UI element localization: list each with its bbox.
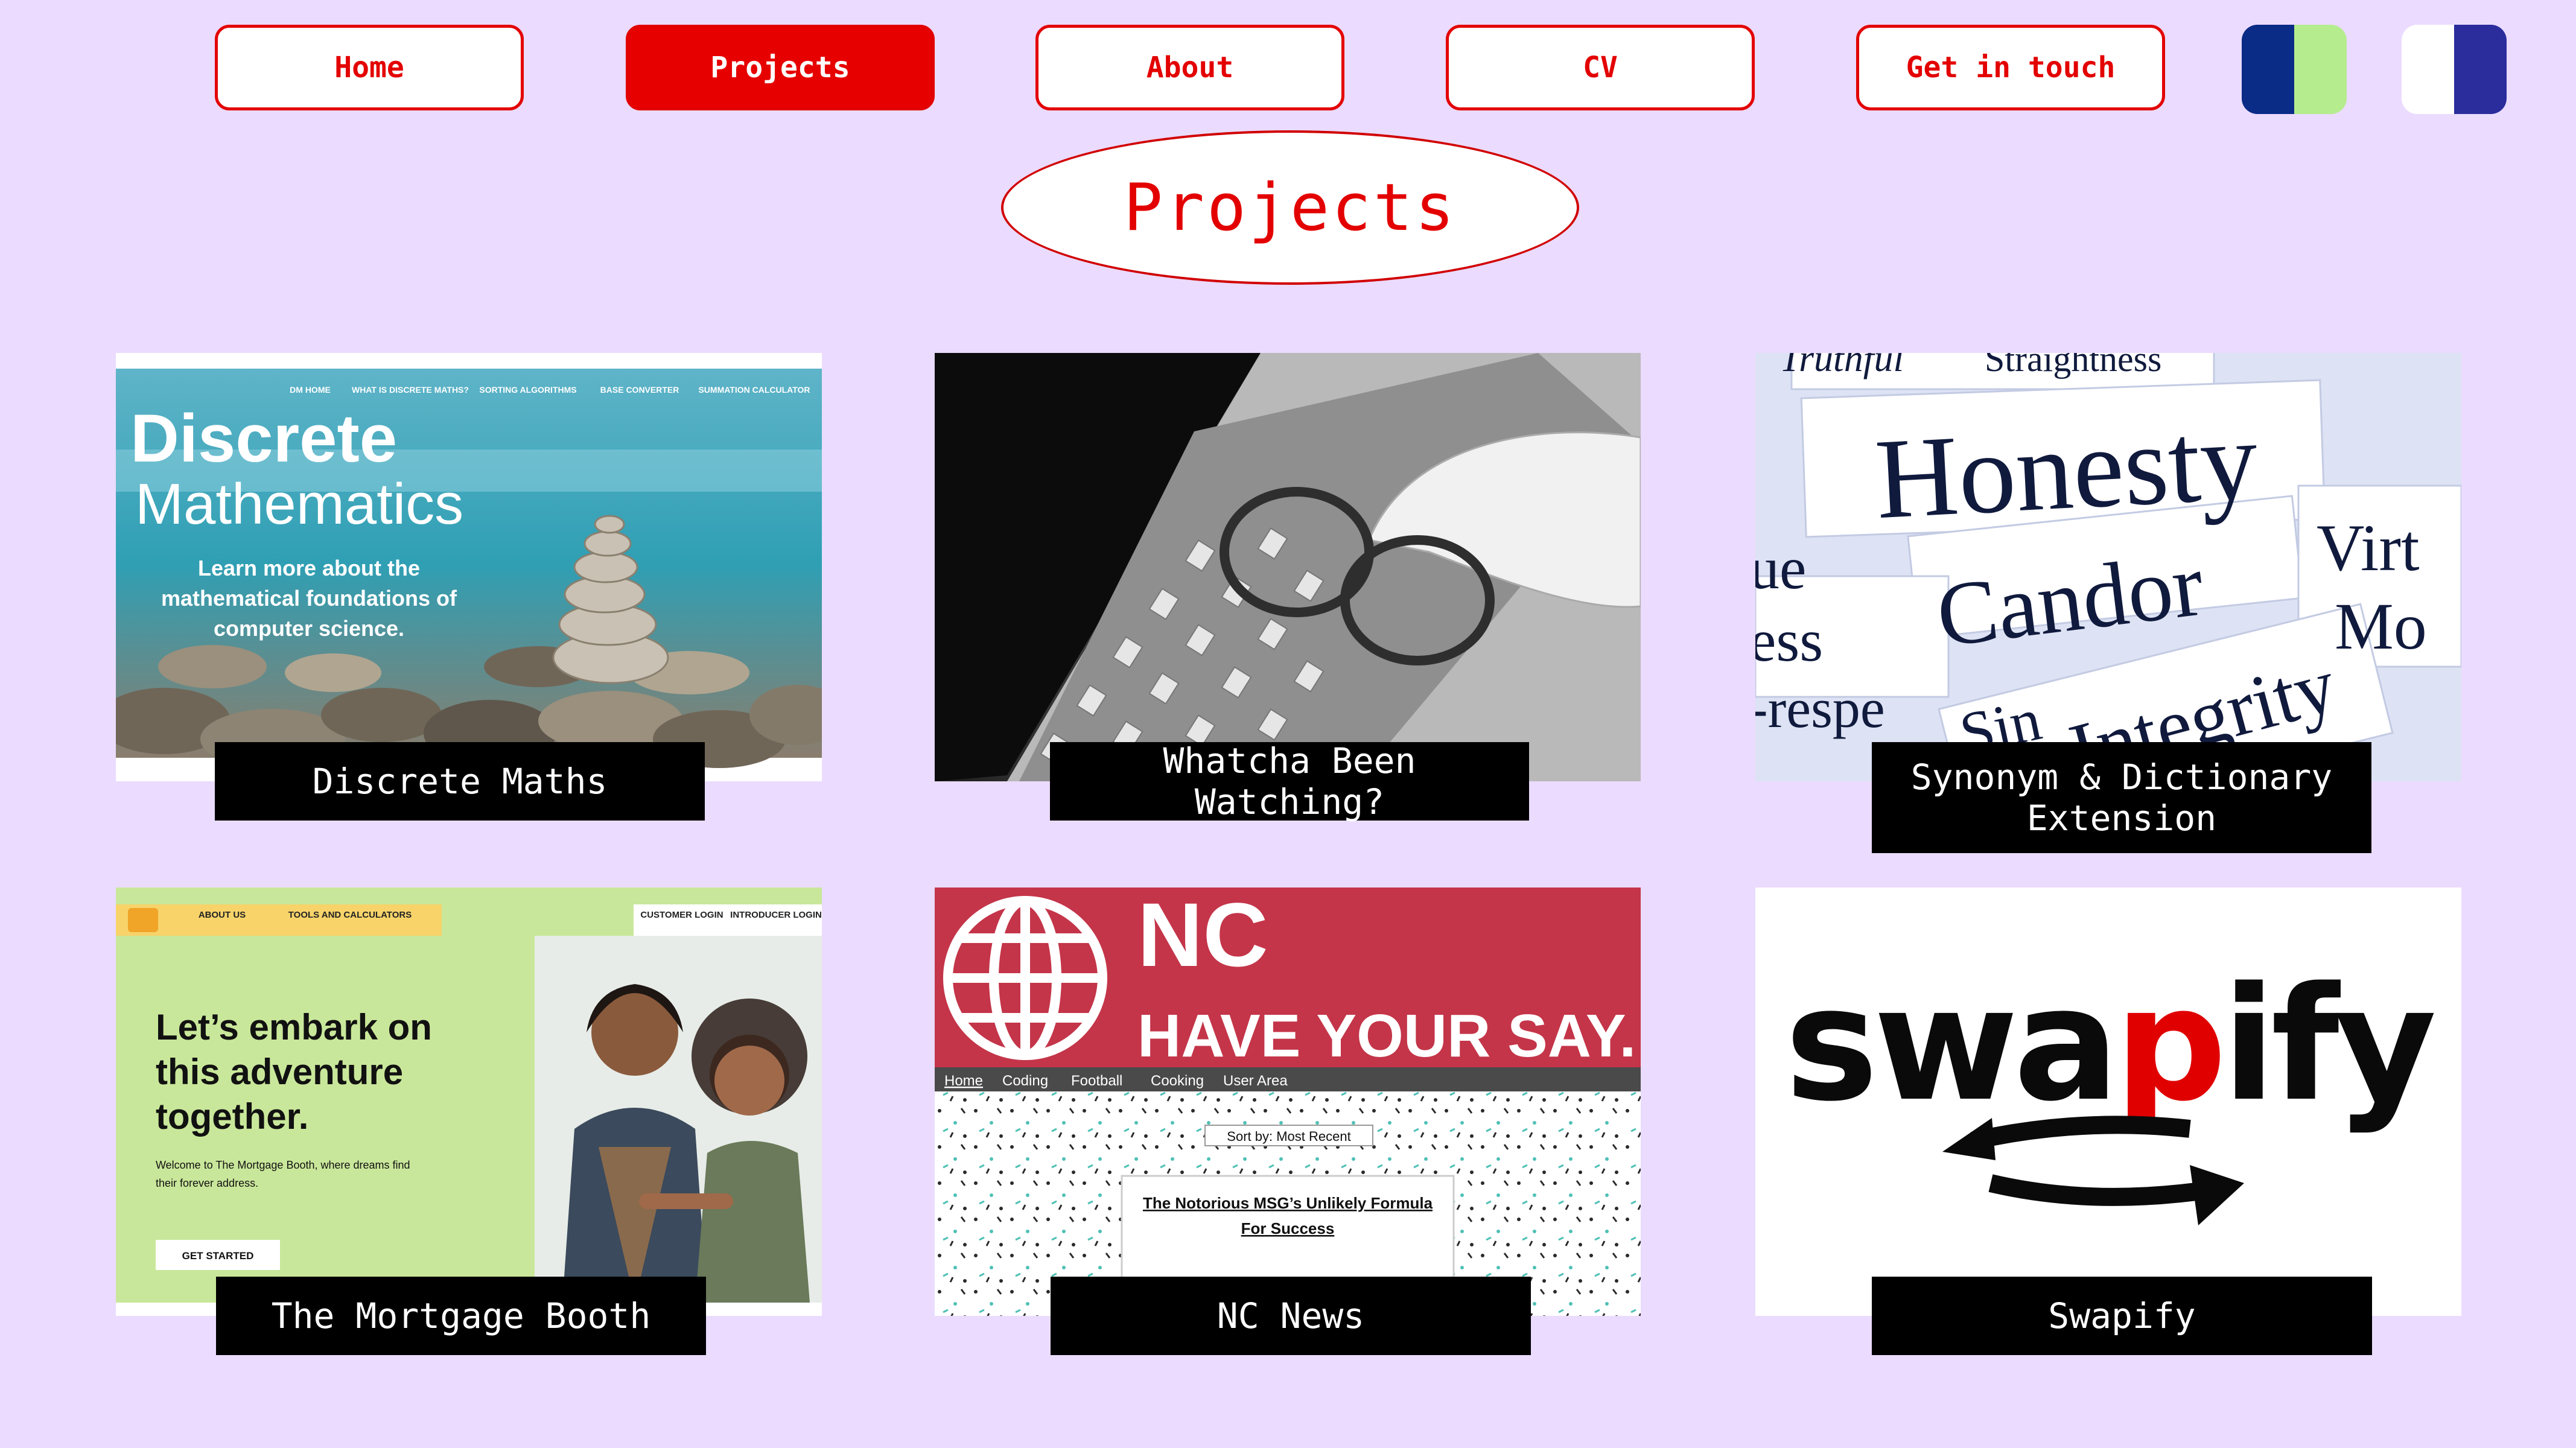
mortgage-body-2: their forever address. — [156, 1177, 258, 1189]
nav-about-button[interactable]: About — [1035, 25, 1344, 110]
nc-news-nav-user-area: User Area — [1223, 1073, 1288, 1089]
nc-news-nav-cooking: Cooking — [1151, 1073, 1204, 1089]
nc-news-sort-select: Sort by: Most Recent — [1227, 1129, 1350, 1144]
nc-news-article-title-2: For Success — [1241, 1219, 1335, 1237]
nav-cv-button[interactable]: CV — [1446, 25, 1755, 110]
mortgage-headline-3: together. — [156, 1096, 308, 1137]
project-card-whatcha-been-watching[interactable]: Whatcha Been Watching? — [935, 353, 1641, 822]
mortgage-nav-tools: TOOLS AND CALCULATORS — [288, 910, 412, 920]
project-card-discrete-maths[interactable]: DM HOME WHAT IS DISCRETE MATHS? SORTING … — [116, 353, 822, 821]
discrete-nav-summation: SUMMATION CALCULATOR — [698, 385, 810, 395]
discrete-body-line2: mathematical foundations of — [161, 586, 457, 611]
synonym-word-truthful: Truthful — [1779, 353, 1904, 379]
nc-news-thumbnail: NC HAVE YOUR SAY. Home Coding Football C… — [935, 888, 1641, 1316]
mortgage-headline-1: Let’s embark on — [156, 1007, 432, 1047]
page-title: Projects — [1001, 130, 1579, 285]
project-caption: Whatcha Been Watching? — [1050, 740, 1529, 822]
mortgage-booth-thumbnail: ABOUT US TOOLS AND CALCULATORS CUSTOMER … — [116, 888, 822, 1316]
mortgage-body-1: Welcome to The Mortgage Booth, where dre… — [156, 1159, 410, 1171]
nav-home-button[interactable]: Home — [215, 25, 524, 110]
nav-get-in-touch-button[interactable]: Get in touch — [1856, 25, 2165, 110]
project-card-swapify[interactable]: swapify Swapify — [1755, 888, 2461, 1355]
synonym-thumbnail: Truthful Straightness Honesty Candor Vir… — [1755, 353, 2461, 781]
mortgage-headline-2: this adventure — [156, 1052, 403, 1092]
caption-line2: Extension — [2026, 798, 2217, 839]
synonym-word-honesty: Honesty — [1872, 396, 2260, 543]
nc-news-nav-football: Football — [1071, 1073, 1122, 1089]
synonym-word-straightness: Straightness — [1985, 353, 2161, 379]
project-caption: The Mortgage Booth — [216, 1277, 706, 1355]
synonym-word-ue: ue — [1755, 535, 1806, 602]
nc-news-brand: NC — [1137, 888, 1268, 985]
synonym-word-respe: -respe — [1755, 678, 1885, 739]
mortgage-nav-about: ABOUT US — [199, 910, 246, 920]
mortgage-nav-introducer-login: INTRODUCER LOGIN — [730, 910, 822, 920]
project-card-nc-news[interactable]: NC HAVE YOUR SAY. Home Coding Football C… — [935, 888, 1641, 1355]
discrete-title-line1: Discrete — [130, 401, 397, 476]
project-caption: Discrete Maths — [215, 742, 705, 821]
discrete-nav-what-is: WHAT IS DISCRETE MATHS? — [352, 385, 469, 395]
nc-news-article-title-1: The Notorious MSG’s Unlikely Formula — [1143, 1194, 1433, 1212]
project-caption: NC News — [1051, 1277, 1531, 1355]
nav-projects-button[interactable]: Projects — [626, 25, 935, 110]
project-card-mortgage-booth[interactable]: ABOUT US TOOLS AND CALCULATORS CUSTOMER … — [116, 888, 822, 1355]
discrete-title-line2: Mathematics — [135, 472, 463, 536]
discrete-nav-sorting: SORTING ALGORITHMS — [479, 385, 576, 395]
project-card-synonym-dictionary[interactable]: Truthful Straightness Honesty Candor Vir… — [1755, 353, 2461, 853]
swapify-logo: swapify — [1785, 954, 2435, 1136]
discrete-nav-home: DM HOME — [290, 385, 331, 395]
nc-news-nav-home: Home — [944, 1073, 983, 1089]
synonym-word-ess: ess — [1755, 607, 1823, 674]
project-caption: Synonym & Dictionary Extension — [1872, 742, 2371, 853]
nc-news-nav-coding: Coding — [1002, 1073, 1048, 1089]
discrete-maths-thumbnail: DM HOME WHAT IS DISCRETE MATHS? SORTING … — [116, 353, 822, 781]
discrete-body-line3: computer science. — [214, 616, 404, 641]
swapify-thumbnail: swapify — [1755, 888, 2461, 1316]
synonym-word-virt: Virt — [2317, 511, 2420, 585]
synonym-word-mo: Mo — [2335, 589, 2427, 663]
theme-blue-green-icon[interactable] — [2242, 25, 2347, 114]
project-caption: Swapify — [1872, 1277, 2372, 1355]
theme-white-indigo-icon[interactable] — [2402, 25, 2507, 114]
whatcha-thumbnail — [935, 353, 1641, 781]
nc-news-tagline: HAVE YOUR SAY. — [1137, 1002, 1636, 1070]
mortgage-get-started-button: GET STARTED — [182, 1250, 254, 1262]
discrete-nav-base-converter: BASE CONVERTER — [600, 385, 679, 395]
mortgage-nav-customer-login: CUSTOMER LOGIN — [640, 910, 723, 920]
caption-line1: Synonym & Dictionary — [1910, 757, 2333, 798]
discrete-body-line1: Learn more about the — [198, 556, 420, 580]
